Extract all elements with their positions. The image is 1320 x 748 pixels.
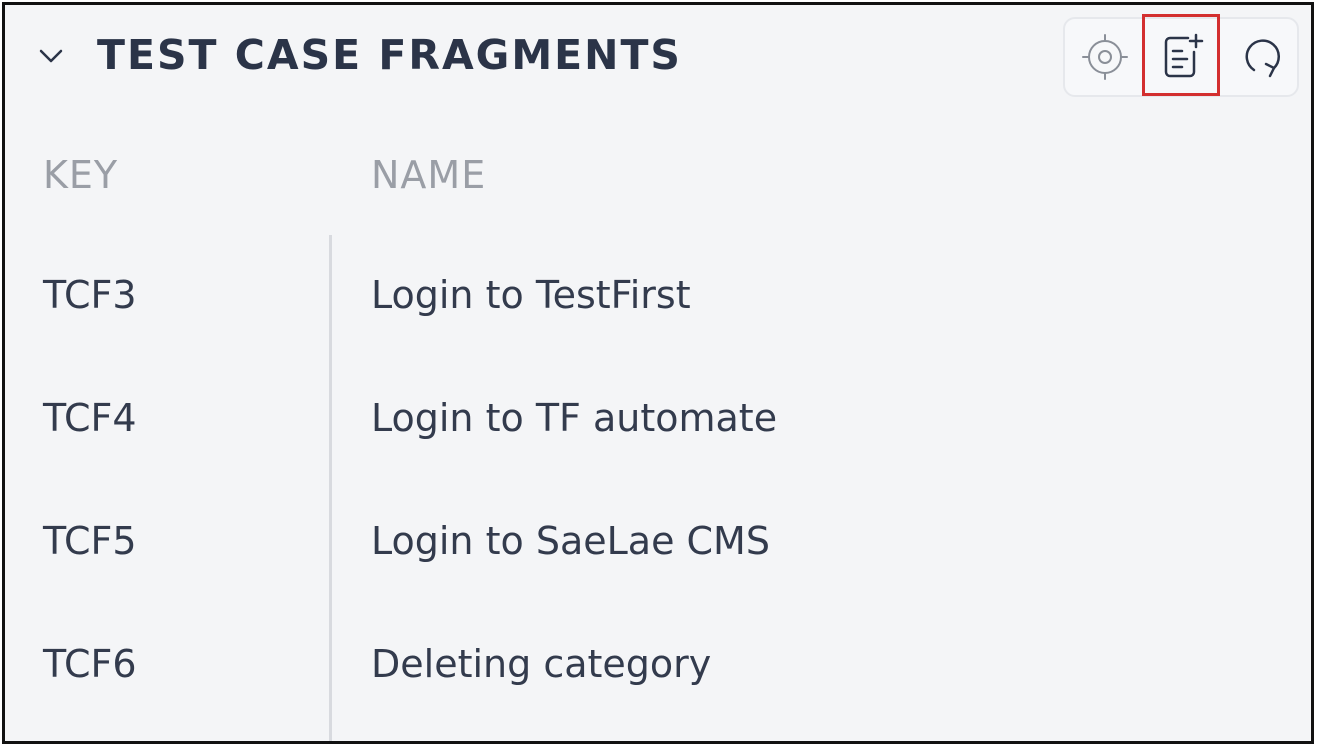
column-header-key[interactable]: KEY [43, 150, 118, 200]
table-row[interactable]: TCF6 Deleting category [5, 619, 1311, 709]
panel-title: TEST CASE FRAGMENTS [97, 31, 682, 79]
refresh-icon [1245, 39, 1281, 78]
row-name: Deleting category [371, 642, 712, 686]
row-name: Login to TestFirst [371, 273, 691, 317]
panel-header: TEST CASE FRAGMENTS [5, 5, 1311, 115]
add-document-icon [1164, 33, 1204, 78]
row-key: TCF5 [43, 519, 137, 563]
crosshair-target-icon [1082, 34, 1128, 80]
table-row[interactable]: TCF4 Login to TF automate [5, 373, 1311, 463]
row-key: TCF6 [43, 642, 137, 686]
row-name: Login to TF automate [371, 396, 778, 440]
panel-toolbar [1063, 17, 1299, 97]
row-name: Login to SaeLae CMS [371, 519, 770, 563]
table-row[interactable]: TCF5 Login to SaeLae CMS [5, 496, 1311, 586]
locate-button[interactable] [1067, 19, 1143, 95]
column-header-name[interactable]: NAME [371, 150, 486, 200]
table-row[interactable]: TCF3 Login to TestFirst [5, 250, 1311, 340]
refresh-button[interactable] [1225, 19, 1301, 95]
row-key: TCF4 [43, 396, 137, 440]
add-test-case-fragment-button[interactable] [1145, 19, 1221, 95]
row-key: TCF3 [43, 273, 137, 317]
collapse-chevron-icon[interactable] [36, 41, 66, 71]
test-case-fragments-panel: TEST CASE FRAGMENTS KEY NAME TCF3 Login … [2, 2, 1314, 744]
